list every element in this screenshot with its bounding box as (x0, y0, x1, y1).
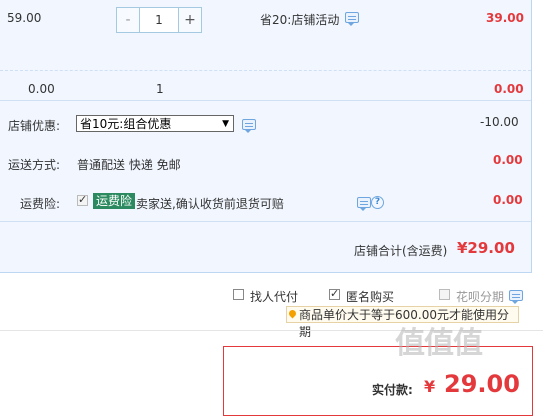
gift-quantity: 1 (156, 82, 164, 96)
shipping-amount: 0.00 (493, 153, 523, 167)
anonymous-checkbox[interactable] (329, 287, 340, 300)
shipping-label: 运送方式: (8, 158, 61, 172)
promo-chat-icon[interactable] (345, 12, 359, 26)
item-subtotal: 39.00 (486, 11, 524, 25)
insurance-checkbox[interactable] (77, 193, 88, 206)
store-discount-amount: -10.00 (480, 115, 519, 129)
store-total-label: 店铺合计(含运费) (354, 244, 448, 258)
store-total-amount: ¥29.00 (457, 239, 515, 257)
panel-bottom-border (0, 272, 532, 273)
installment-checkbox[interactable] (439, 289, 450, 300)
payment-label: 实付款: (372, 383, 413, 397)
payment-amount: 29.00 (444, 370, 520, 398)
discount-chat-icon[interactable] (242, 119, 256, 133)
store-discount-selected: 省10元:组合优惠 (80, 117, 172, 131)
gift-subtotal: 0.00 (494, 82, 524, 96)
watermark-logo: 值值值 (395, 326, 483, 361)
quantity-increase-button[interactable]: + (178, 8, 201, 32)
item-promo: 省20:店铺活动 (260, 13, 340, 27)
quantity-decrease-button[interactable]: - (117, 8, 140, 32)
proxy-pay-label[interactable]: 找人代付 (250, 288, 298, 305)
store-discount-select[interactable]: 省10元:组合优惠 ▼ (76, 115, 234, 132)
location-pin-icon (287, 308, 298, 319)
quantity-stepper[interactable]: - 1 + (116, 7, 202, 33)
insurance-chat-icon[interactable] (357, 197, 371, 211)
gift-price: 0.00 (28, 82, 55, 96)
item-price: 59.00 (7, 11, 42, 25)
panel-border (531, 0, 532, 272)
payment-box: 实付款: ¥ 29.00 (223, 346, 533, 416)
insurance-text: 卖家送,确认收货前退货可赔 (136, 197, 284, 211)
order-panel (0, 0, 531, 272)
installment-label: 花呗分期 (456, 290, 505, 304)
store-discount-label: 店铺优惠: (8, 119, 61, 133)
dropdown-arrow-icon: ▼ (222, 119, 229, 129)
installment-chat-icon[interactable] (509, 290, 523, 304)
insurance-amount: 0.00 (493, 193, 523, 207)
quantity-input[interactable]: 1 (140, 8, 178, 32)
row-divider (0, 70, 531, 71)
shipping-method: 普通配送 快递 免邮 (77, 158, 181, 172)
insurance-tag: 运费险 (93, 193, 136, 209)
proxy-pay-checkbox[interactable] (233, 289, 244, 300)
anonymous-label[interactable]: 匿名购买 (346, 288, 394, 305)
row-divider (0, 221, 531, 222)
row-divider (0, 100, 531, 101)
help-icon[interactable]: ? (371, 196, 384, 209)
insurance-label: 运费险: (20, 197, 61, 211)
payment-currency: ¥ (424, 377, 436, 396)
